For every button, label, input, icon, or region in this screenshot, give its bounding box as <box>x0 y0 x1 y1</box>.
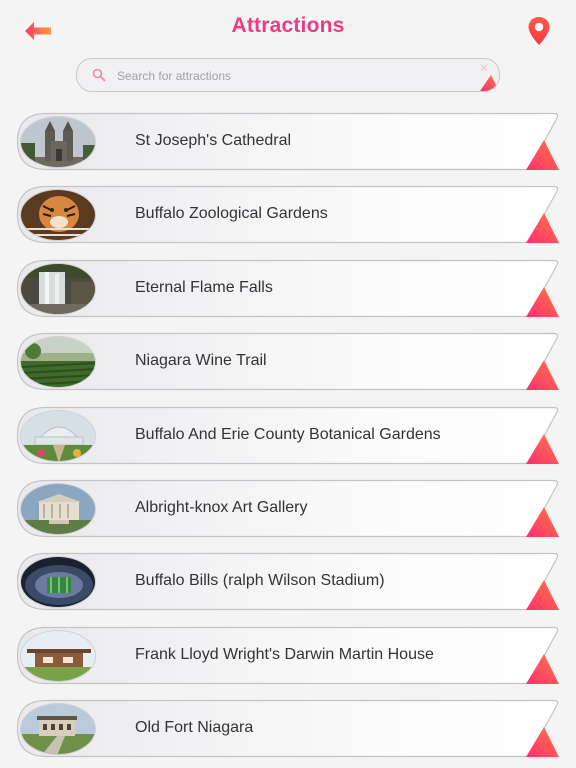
search-icon <box>92 68 106 82</box>
search-input[interactable] <box>117 66 457 86</box>
list-item-background <box>16 259 559 318</box>
attraction-thumbnail <box>20 189 96 241</box>
attraction-name: Albright-knox Art Gallery <box>135 499 308 516</box>
list-item[interactable]: Old Fort Niagara <box>16 699 560 759</box>
list-item[interactable]: Frank Lloyd Wright's Darwin Martin House <box>16 626 560 686</box>
attraction-name: Buffalo And Erie County Botanical Garden… <box>135 426 441 443</box>
attraction-name: Old Fort Niagara <box>135 719 254 736</box>
list-item[interactable]: Eternal Flame Falls <box>16 259 560 319</box>
attraction-thumbnail <box>20 630 96 682</box>
attraction-thumbnail <box>20 116 96 168</box>
map-button[interactable] <box>526 15 552 47</box>
attraction-thumbnail <box>20 483 96 535</box>
list-item[interactable]: Buffalo Bills (ralph Wilson Stadium) <box>16 552 560 612</box>
attraction-thumbnail <box>20 410 96 462</box>
attraction-thumbnail <box>20 703 96 755</box>
list-item[interactable]: Buffalo Zoological Gardens <box>16 185 560 245</box>
map-pin-icon <box>528 17 550 45</box>
list-item[interactable]: Niagara Wine Trail <box>16 332 560 392</box>
attraction-name: Buffalo Bills (ralph Wilson Stadium) <box>135 572 385 589</box>
search-bar[interactable]: ✕ <box>76 58 500 92</box>
corner-triangle-icon <box>480 75 499 91</box>
list-item[interactable]: Buffalo And Erie County Botanical Garden… <box>16 406 560 466</box>
attraction-name: Frank Lloyd Wright's Darwin Martin House <box>135 646 434 663</box>
attraction-thumbnail <box>20 556 96 608</box>
list-item-background <box>16 699 559 758</box>
page-title: Attractions <box>231 14 345 37</box>
list-item-background <box>16 332 559 391</box>
attraction-thumbnail <box>20 263 96 315</box>
list-item[interactable]: Albright-knox Art Gallery <box>16 479 560 539</box>
header-bar: Attractions <box>0 0 576 56</box>
attraction-name: Eternal Flame Falls <box>135 279 273 296</box>
list-item[interactable]: St Joseph's Cathedral <box>16 112 560 172</box>
attraction-name: Buffalo Zoological Gardens <box>135 205 328 222</box>
attraction-name: St Joseph's Cathedral <box>135 132 292 149</box>
attraction-name: Niagara Wine Trail <box>135 352 267 369</box>
attraction-thumbnail <box>20 336 96 388</box>
